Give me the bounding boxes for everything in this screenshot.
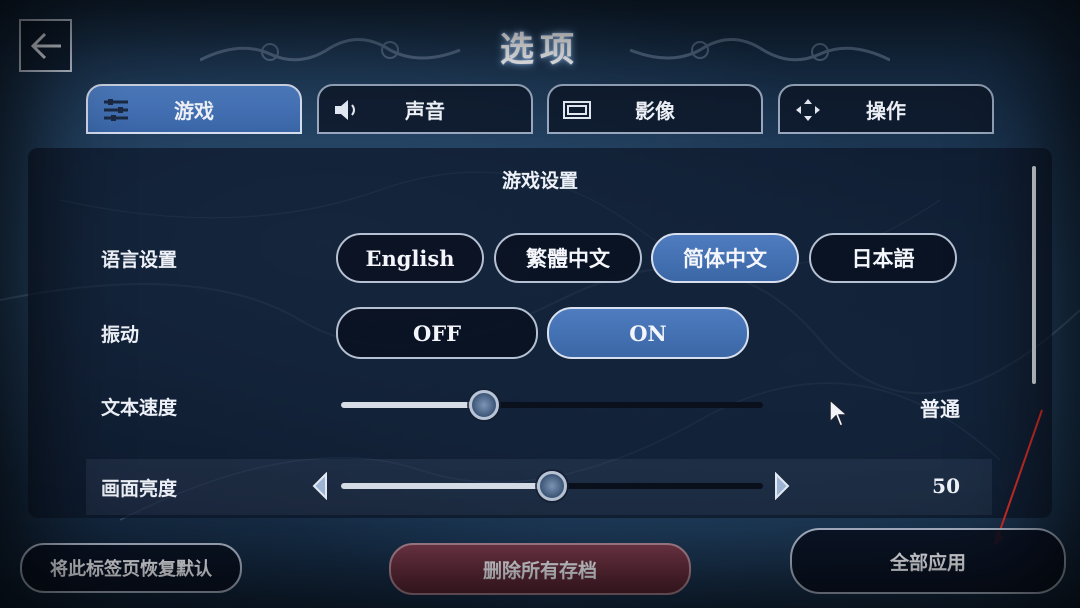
vibration-on-button[interactable]: ON	[547, 307, 749, 359]
dpad-icon	[796, 99, 820, 121]
vibration-label: 振动	[101, 324, 140, 346]
sliders-icon	[104, 99, 128, 121]
slider-fill	[341, 483, 552, 489]
panel-title: 游戏设置	[501, 170, 578, 192]
tab-game[interactable]: 游戏	[86, 84, 302, 134]
tab-label: 声音	[405, 98, 445, 123]
tab-label: 操作	[866, 98, 906, 123]
delete-all-saves-button[interactable]: 删除所有存档	[389, 543, 691, 595]
brightness-value: 50	[932, 474, 960, 498]
brightness-slider-handle[interactable]	[537, 471, 567, 501]
apply-all-button[interactable]: 全部应用	[790, 528, 1066, 594]
tab-label: 影像	[635, 98, 675, 123]
arrow-left-icon[interactable]	[312, 472, 328, 500]
language-label: 语言设置	[101, 249, 178, 271]
arrow-right-icon[interactable]	[774, 472, 790, 500]
speaker-icon	[335, 100, 355, 120]
page-title: 选项	[500, 30, 580, 70]
scrollbar[interactable]	[1032, 166, 1036, 384]
tab-video[interactable]: 影像	[547, 84, 763, 134]
slider-fill	[341, 402, 485, 408]
text-speed-slider[interactable]	[341, 402, 763, 408]
language-option-simplified-chinese[interactable]: 简体中文	[651, 233, 799, 283]
vibration-off-button[interactable]: OFF	[336, 307, 538, 359]
reset-tab-defaults-button[interactable]: 将此标签页恢复默认	[20, 543, 242, 593]
language-option-traditional-chinese[interactable]: 繁體中文	[494, 233, 642, 283]
tab-controls[interactable]: 操作	[778, 84, 994, 134]
brightness-label: 画面亮度	[101, 478, 178, 500]
tab-label: 游戏	[174, 98, 214, 123]
language-option-english[interactable]: English	[336, 233, 484, 283]
film-icon	[563, 101, 591, 119]
language-option-japanese[interactable]: 日本語	[809, 233, 957, 283]
text-speed-value: 普通	[920, 397, 960, 421]
text-speed-label: 文本速度	[101, 397, 178, 419]
tab-sound[interactable]: 声音	[317, 84, 533, 134]
mouse-cursor-icon	[829, 398, 849, 427]
